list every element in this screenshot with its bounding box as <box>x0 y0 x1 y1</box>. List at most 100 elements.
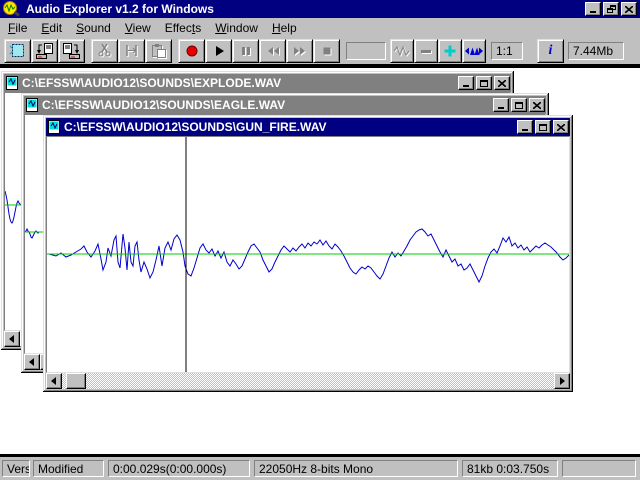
close-icon <box>557 124 565 131</box>
arrow-left-icon <box>50 377 58 385</box>
child-close-button[interactable] <box>529 98 545 112</box>
child-close-button[interactable] <box>553 120 569 134</box>
document-title: C:\EFSSW\AUDIO12\SOUNDS\GUN_FIRE.WAV <box>64 120 514 134</box>
horizontal-scrollbar[interactable] <box>46 373 570 389</box>
scroll-left-button[interactable] <box>4 331 20 347</box>
document-title: C:\EFSSW\AUDIO12\SOUNDS\EAGLE.WAV <box>42 98 490 112</box>
child-maximize-button[interactable] <box>535 120 551 134</box>
child-minimize-button[interactable] <box>493 98 509 112</box>
restore-button[interactable] <box>603 2 619 16</box>
arrow-left-icon <box>8 335 16 343</box>
minimize-icon <box>463 85 469 87</box>
status-bar: VersModified0:00.029s(0:00.000s)22050Hz … <box>0 457 640 480</box>
arrow-right-icon <box>558 377 566 385</box>
stop-icon <box>320 44 334 58</box>
minimize-icon <box>498 107 504 109</box>
menu-item-window[interactable]: Window <box>208 19 265 37</box>
document-window-gunfire[interactable]: C:\EFSSW\AUDIO12\SOUNDS\GUN_FIRE.WAV <box>43 115 573 392</box>
close-icon <box>533 102 541 109</box>
minimize-icon <box>522 129 528 131</box>
stop-button[interactable] <box>313 39 340 63</box>
minimize-button[interactable] <box>585 2 601 16</box>
zoom-in-button[interactable] <box>438 39 462 63</box>
plus-icon <box>442 44 458 58</box>
rewind-button[interactable] <box>259 39 286 63</box>
waveform-view-button[interactable] <box>390 39 414 63</box>
rewind-icon <box>265 44 281 58</box>
save-button[interactable] <box>58 39 85 63</box>
document-title: C:\EFSSW\AUDIO12\SOUNDS\EXPLODE.WAV <box>22 76 455 90</box>
trim-button[interactable] <box>118 39 145 63</box>
minus-icon <box>418 44 434 58</box>
child-minimize-button[interactable] <box>517 120 533 134</box>
menu-item-sound[interactable]: Sound <box>69 19 118 37</box>
app-icon <box>2 1 22 17</box>
close-icon <box>625 6 633 13</box>
trim-icon <box>124 43 140 58</box>
scroll-left-button[interactable] <box>24 354 40 370</box>
menu-item-edit[interactable]: Edit <box>34 19 69 37</box>
zoom-out-button[interactable] <box>414 39 438 63</box>
wav-file-icon <box>47 120 61 134</box>
child-close-button[interactable] <box>494 76 510 90</box>
window-title: Audio Explorer v1.2 for Windows <box>26 2 585 16</box>
info-icon: i <box>549 43 553 59</box>
close-icon <box>498 80 506 87</box>
memory-display: 7.44Mb <box>568 42 624 60</box>
export-file-icon <box>63 43 81 59</box>
play-button[interactable] <box>205 39 232 63</box>
status-cell-4: 81kb 0:03.750s <box>462 460 558 477</box>
arrow-left-icon <box>28 358 36 366</box>
menu-bar: FileEditSoundViewEffectsWindowHelp <box>0 18 640 37</box>
scroll-left-button[interactable] <box>46 373 62 389</box>
status-cell-3: 22050Hz 8-bits Mono <box>254 460 458 477</box>
paste-button[interactable] <box>145 39 172 63</box>
child-minimize-button[interactable] <box>458 76 474 90</box>
new-button[interactable] <box>4 39 31 63</box>
status-cell-2: 0:00.029s(0:00.000s) <box>108 460 250 477</box>
fit-to-window-icon <box>465 44 483 58</box>
zoom-fit-button[interactable] <box>462 39 486 63</box>
fast-forward-button[interactable] <box>286 39 313 63</box>
audio-explorer-window: Audio Explorer v1.2 for Windows FileEdit… <box>0 0 640 480</box>
title-bar[interactable]: Audio Explorer v1.2 for Windows <box>0 0 640 18</box>
open-button[interactable] <box>31 39 58 63</box>
menu-item-help[interactable]: Help <box>265 19 304 37</box>
wav-file-icon <box>5 76 19 90</box>
child-title-bar[interactable]: C:\EFSSW\AUDIO12\SOUNDS\GUN_FIRE.WAV <box>46 118 570 136</box>
child-maximize-button[interactable] <box>511 98 527 112</box>
zoom-ratio-display: 1:1 <box>491 42 523 60</box>
cut-button[interactable] <box>91 39 118 63</box>
pause-button[interactable] <box>232 39 259 63</box>
position-display <box>346 42 386 60</box>
status-cell-1: Modified <box>33 460 104 477</box>
menu-item-view[interactable]: View <box>118 19 158 37</box>
menu-item-file[interactable]: File <box>1 19 34 37</box>
record-icon <box>185 44 199 58</box>
fast-forward-icon <box>292 44 308 58</box>
maximize-icon <box>480 80 488 87</box>
play-icon <box>212 44 226 58</box>
record-button[interactable] <box>178 39 205 63</box>
menu-item-effects[interactable]: Effects <box>158 19 209 37</box>
pause-icon <box>239 44 253 58</box>
status-cell-5 <box>562 460 636 477</box>
new-file-icon <box>9 43 27 59</box>
child-title-bar[interactable]: C:\EFSSW\AUDIO12\SOUNDS\EAGLE.WAV <box>24 96 546 114</box>
mdi-workspace: C:\EFSSW\AUDIO12\SOUNDS\EXPLODE.WAV <box>0 64 640 457</box>
close-button[interactable] <box>621 2 637 16</box>
maximize-icon <box>539 124 547 131</box>
restore-icon <box>607 5 616 13</box>
scroll-right-button[interactable] <box>554 373 570 389</box>
waveform-trace <box>49 229 569 282</box>
info-button[interactable]: i <box>537 39 564 63</box>
scrollbar-thumb[interactable] <box>66 373 86 389</box>
waveform-canvas[interactable] <box>46 136 570 373</box>
waveform-icon <box>393 44 411 58</box>
child-title-bar[interactable]: C:\EFSSW\AUDIO12\SOUNDS\EXPLODE.WAV <box>4 74 511 92</box>
status-cell-0: Vers <box>2 460 30 477</box>
child-maximize-button[interactable] <box>476 76 492 90</box>
clipboard-icon <box>151 43 167 58</box>
scrollbar-track[interactable] <box>86 373 554 389</box>
waveform-trace <box>25 229 43 238</box>
